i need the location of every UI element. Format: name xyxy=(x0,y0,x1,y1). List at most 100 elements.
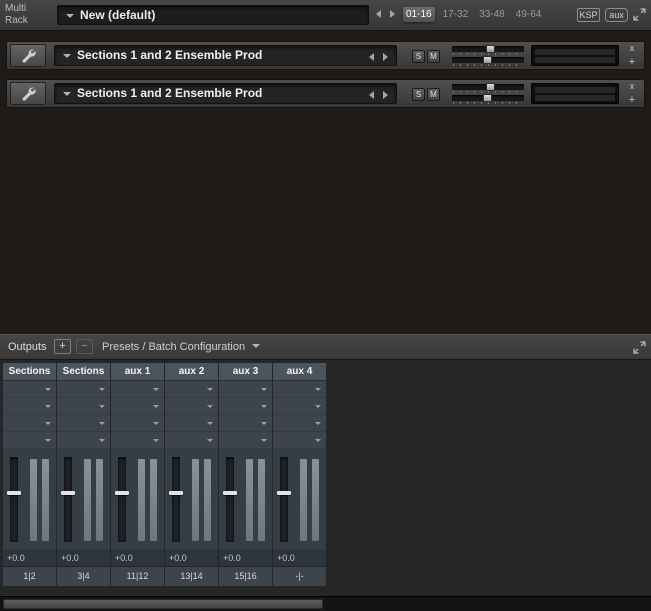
pan-slider-handle[interactable] xyxy=(483,56,492,64)
dropdown-arrow-icon xyxy=(66,14,74,18)
channel-name[interactable]: aux 4 xyxy=(273,363,326,381)
fader-handle[interactable] xyxy=(169,491,183,495)
insert-slot[interactable] xyxy=(219,432,272,449)
channel-output-routing[interactable]: 13|14 xyxy=(165,567,218,586)
channel-output-routing[interactable]: 15|16 xyxy=(219,567,272,586)
horizontal-scrollbar[interactable] xyxy=(0,596,651,611)
pan-slider[interactable] xyxy=(452,95,524,101)
solo-button[interactable]: S xyxy=(412,50,425,63)
channel-name[interactable]: aux 3 xyxy=(219,363,272,381)
channel-fader[interactable] xyxy=(280,457,288,542)
ksp-button[interactable]: KSP xyxy=(577,8,600,22)
instrument-name-dropdown[interactable]: Sections 1 and 2 Ensemble Prod xyxy=(54,83,397,104)
channel-fader[interactable] xyxy=(10,457,18,542)
instrument-close-button[interactable]: x xyxy=(623,42,641,55)
insert-slot[interactable] xyxy=(57,398,110,415)
channel-output-routing[interactable]: 3|4 xyxy=(57,567,110,586)
volume-slider[interactable] xyxy=(452,46,524,52)
wrench-icon xyxy=(20,47,37,64)
aux-button[interactable]: aux xyxy=(605,8,628,22)
mute-button[interactable]: M xyxy=(427,50,440,63)
presets-batch-menu[interactable]: Presets / Batch Configuration xyxy=(102,339,260,355)
solo-button[interactable]: S xyxy=(412,88,425,101)
channel-name[interactable]: Sections xyxy=(57,363,110,381)
insert-slot[interactable] xyxy=(219,415,272,432)
channel-name[interactable]: aux 2 xyxy=(165,363,218,381)
insert-slot[interactable] xyxy=(57,415,110,432)
rack-resize-icon[interactable] xyxy=(633,8,647,22)
insert-slot[interactable] xyxy=(273,415,326,432)
insert-slot[interactable] xyxy=(165,432,218,449)
instrument-next-button[interactable] xyxy=(380,90,390,100)
instrument-next-button[interactable] xyxy=(380,52,390,62)
multi-prev-button[interactable] xyxy=(372,8,384,20)
slot-dropdown-icon xyxy=(315,439,321,442)
page-tab-01-16[interactable]: 01-16 xyxy=(403,7,435,22)
fader-handle[interactable] xyxy=(7,491,21,495)
mixer-channel: aux 1 +0.0 11|12 xyxy=(111,363,164,586)
multi-rack-header: Multi Rack New (default) 01-16 17-32 33-… xyxy=(0,0,651,31)
instrument-edit-button[interactable] xyxy=(10,82,46,105)
channel-fader[interactable] xyxy=(64,457,72,542)
channel-name[interactable]: aux 1 xyxy=(111,363,164,381)
pan-slider[interactable] xyxy=(452,57,524,63)
insert-slot[interactable] xyxy=(57,432,110,449)
channel-output-routing[interactable]: -|- xyxy=(273,567,326,586)
channel-output-routing[interactable]: 11|12 xyxy=(111,567,164,586)
fader-section xyxy=(219,449,272,551)
insert-slot[interactable] xyxy=(111,381,164,398)
fader-handle[interactable] xyxy=(115,491,129,495)
page-tab-33-48[interactable]: 33-48 xyxy=(476,7,508,22)
insert-slot[interactable] xyxy=(219,398,272,415)
kontakt-multi-rack-window: Multi Rack New (default) 01-16 17-32 33-… xyxy=(0,0,651,611)
volume-slider-handle[interactable] xyxy=(486,83,495,91)
insert-slot[interactable] xyxy=(165,381,218,398)
slider-ticks xyxy=(453,53,523,55)
remove-channel-button[interactable]: − xyxy=(76,339,93,354)
rack-label-line1: Multi xyxy=(5,3,28,15)
mute-button[interactable]: M xyxy=(427,88,440,101)
insert-slot[interactable] xyxy=(57,381,110,398)
instrument-name: Sections 1 and 2 Ensemble Prod xyxy=(77,84,262,103)
instrument-prev-button[interactable] xyxy=(366,90,376,100)
fader-handle[interactable] xyxy=(223,491,237,495)
add-channel-button[interactable]: + xyxy=(54,339,71,354)
insert-slot[interactable] xyxy=(3,415,56,432)
channel-fader[interactable] xyxy=(226,457,234,542)
insert-slot[interactable] xyxy=(165,398,218,415)
slider-ticks xyxy=(453,64,523,66)
insert-slot[interactable] xyxy=(3,432,56,449)
insert-slot[interactable] xyxy=(165,415,218,432)
insert-slot[interactable] xyxy=(219,381,272,398)
insert-slot[interactable] xyxy=(111,432,164,449)
instrument-add-button[interactable]: + xyxy=(623,93,641,107)
insert-slot[interactable] xyxy=(3,398,56,415)
insert-slot[interactable] xyxy=(111,415,164,432)
insert-slot[interactable] xyxy=(273,432,326,449)
insert-slot[interactable] xyxy=(273,381,326,398)
outputs-resize-icon[interactable] xyxy=(633,341,647,355)
volume-slider-handle[interactable] xyxy=(486,45,495,53)
instrument-name-dropdown[interactable]: Sections 1 and 2 Ensemble Prod xyxy=(54,45,397,66)
instrument-prev-button[interactable] xyxy=(366,52,376,62)
channel-output-routing[interactable]: 1|2 xyxy=(3,567,56,586)
channel-fader[interactable] xyxy=(118,457,126,542)
page-tab-17-32[interactable]: 17-32 xyxy=(440,7,472,22)
volume-slider[interactable] xyxy=(452,84,524,90)
multi-name-dropdown[interactable]: New (default) xyxy=(57,5,369,25)
insert-slot[interactable] xyxy=(3,381,56,398)
page-tab-49-64[interactable]: 49-64 xyxy=(513,7,545,22)
fader-handle[interactable] xyxy=(277,491,291,495)
scrollbar-handle[interactable] xyxy=(3,599,323,609)
instrument-edit-button[interactable] xyxy=(10,44,46,67)
channel-fader[interactable] xyxy=(172,457,180,542)
pan-slider-handle[interactable] xyxy=(483,94,492,102)
insert-slot[interactable] xyxy=(273,398,326,415)
multi-next-button[interactable] xyxy=(386,8,398,20)
instrument-add-button[interactable]: + xyxy=(623,55,641,69)
fader-handle[interactable] xyxy=(61,491,75,495)
insert-slot[interactable] xyxy=(111,398,164,415)
level-meter-right xyxy=(535,95,615,101)
instrument-close-button[interactable]: x xyxy=(623,80,641,93)
channel-name[interactable]: Sections xyxy=(3,363,56,381)
